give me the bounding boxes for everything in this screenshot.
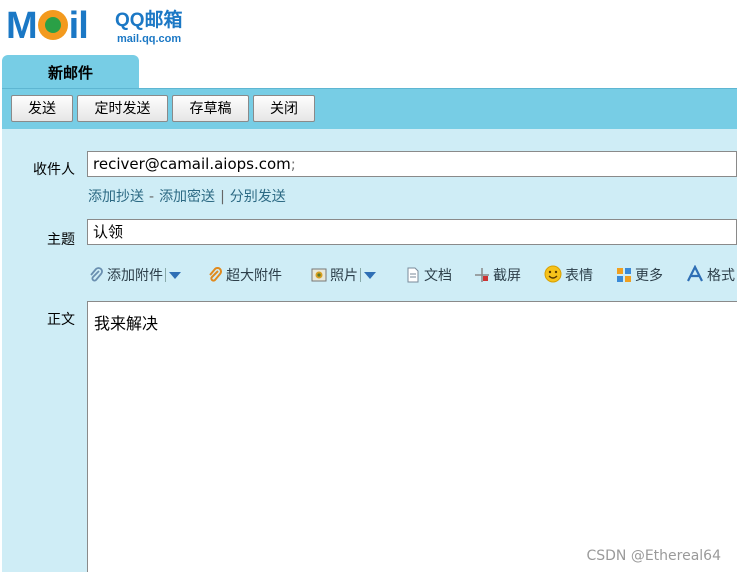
paperclip-icon	[90, 267, 103, 282]
separate-send-link[interactable]: 分别发送	[230, 189, 286, 205]
body-editor[interactable]: 我来解决	[87, 301, 737, 572]
large-attachment-label: 超大附件	[226, 268, 282, 284]
recipient-value: reciver@camail.aiops.com	[93, 155, 291, 173]
logo-wordmark: Mil	[6, 5, 89, 47]
smiley-icon	[544, 265, 562, 283]
watermark: CSDN @Ethereal64	[586, 548, 721, 564]
logo-domain: mail.qq.com	[117, 33, 182, 45]
subject-label: 主题	[47, 232, 75, 248]
compose-toolbar: 发送 定时发送 存草稿 关闭	[2, 88, 737, 130]
scheduled-send-button[interactable]: 定时发送	[77, 95, 168, 122]
grid-icon	[617, 268, 631, 282]
chevron-down-icon[interactable]	[169, 272, 181, 279]
subject-field[interactable]: 认领	[87, 219, 737, 245]
format-label: 格式	[707, 268, 735, 284]
photo-icon	[311, 268, 327, 282]
font-format-icon	[687, 265, 703, 282]
logo-qq-text: QQ邮箱	[115, 10, 183, 31]
document-label: 文档	[424, 268, 452, 284]
save-draft-button[interactable]: 存草稿	[172, 95, 249, 122]
link-dash: -	[149, 189, 155, 205]
body-text: 我来解决	[94, 314, 159, 333]
attachment-toolbar: 添加附件 超大附件 照片 文档 截屏 表情 更多 格式	[88, 264, 737, 288]
recipient-options: 添加抄送 - 添加密送 | 分别发送	[88, 186, 286, 206]
emoji-button[interactable]: 表情	[544, 264, 593, 288]
qq-mail-logo[interactable]: Mil QQ邮箱 mail.qq.com	[6, 6, 196, 46]
format-button[interactable]: 格式	[686, 264, 735, 288]
recipient-separator: ;	[290, 155, 296, 173]
more-label: 更多	[635, 268, 663, 284]
logo-o-icon	[37, 10, 68, 40]
screenshot-label: 截屏	[493, 268, 521, 284]
large-attachment-button[interactable]: 超大附件	[207, 264, 282, 288]
document-button[interactable]: 文档	[405, 264, 452, 288]
add-attachment-label: 添加附件	[107, 268, 163, 284]
tab-new-mail[interactable]: 新邮件	[2, 55, 139, 88]
more-button[interactable]: 更多	[616, 264, 663, 288]
send-button[interactable]: 发送	[11, 95, 73, 122]
subject-value: 认领	[93, 223, 124, 241]
photo-button[interactable]: 照片	[311, 264, 376, 288]
link-bar: |	[220, 189, 225, 205]
document-icon	[407, 267, 419, 283]
divider	[165, 268, 166, 282]
close-button[interactable]: 关闭	[253, 95, 315, 122]
photo-label: 照片	[330, 268, 358, 284]
add-cc-link[interactable]: 添加抄送	[88, 189, 144, 205]
chevron-down-icon[interactable]	[364, 272, 376, 279]
logo-letter-m: M	[6, 5, 38, 47]
screenshot-button[interactable]: 截屏	[474, 264, 521, 288]
logo-letters-il: il	[68, 5, 89, 47]
recipient-label: 收件人	[33, 162, 75, 178]
body-label: 正文	[47, 312, 75, 328]
emoji-label: 表情	[565, 268, 593, 284]
add-bcc-link[interactable]: 添加密送	[159, 189, 215, 205]
large-paperclip-icon	[209, 267, 223, 282]
recipient-field[interactable]: reciver@camail.aiops.com;	[87, 151, 737, 177]
scissors-icon	[475, 268, 489, 282]
add-attachment-button[interactable]: 添加附件	[88, 264, 181, 288]
divider	[360, 268, 361, 282]
